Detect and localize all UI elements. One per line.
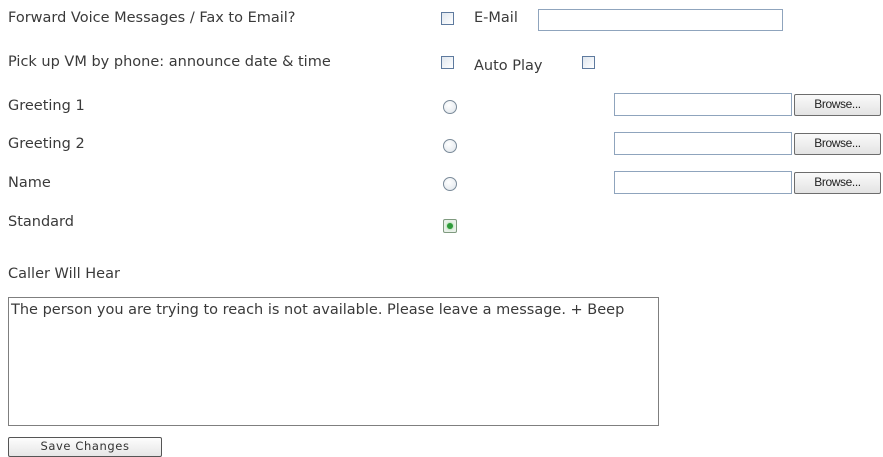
standard-greeting-label: Standard xyxy=(8,214,74,230)
email-input[interactable] xyxy=(538,9,783,31)
greeting-2-browse-button[interactable]: Browse... xyxy=(794,133,881,155)
caller-will-hear-label: Caller Will Hear xyxy=(8,266,120,282)
greeting-1-browse-button[interactable]: Browse... xyxy=(794,94,881,116)
greeting-1-file-input[interactable] xyxy=(614,93,792,116)
name-greeting-label: Name xyxy=(8,175,51,191)
name-greeting-browse-button[interactable]: Browse... xyxy=(794,172,881,194)
save-changes-button[interactable]: Save Changes xyxy=(8,437,162,457)
autoplay-checkbox[interactable] xyxy=(582,56,595,69)
autoplay-label: Auto Play xyxy=(474,58,543,74)
greeting-1-radio[interactable] xyxy=(443,100,457,114)
pickup-label: Pick up VM by phone: announce date & tim… xyxy=(8,54,331,70)
standard-greeting-radio[interactable] xyxy=(443,219,457,233)
name-greeting-file-input[interactable] xyxy=(614,171,792,194)
name-greeting-radio[interactable] xyxy=(443,177,457,191)
email-label: E-Mail xyxy=(474,10,518,26)
forward-email-checkbox[interactable] xyxy=(441,12,454,25)
greeting-1-label: Greeting 1 xyxy=(8,98,85,114)
greeting-2-file-input[interactable] xyxy=(614,132,792,155)
announce-date-time-checkbox[interactable] xyxy=(441,56,454,69)
caller-message-textarea[interactable]: The person you are trying to reach is no… xyxy=(8,297,659,426)
greeting-2-label: Greeting 2 xyxy=(8,136,85,152)
forward-label: Forward Voice Messages / Fax to Email? xyxy=(8,10,296,26)
greeting-2-radio[interactable] xyxy=(443,139,457,153)
